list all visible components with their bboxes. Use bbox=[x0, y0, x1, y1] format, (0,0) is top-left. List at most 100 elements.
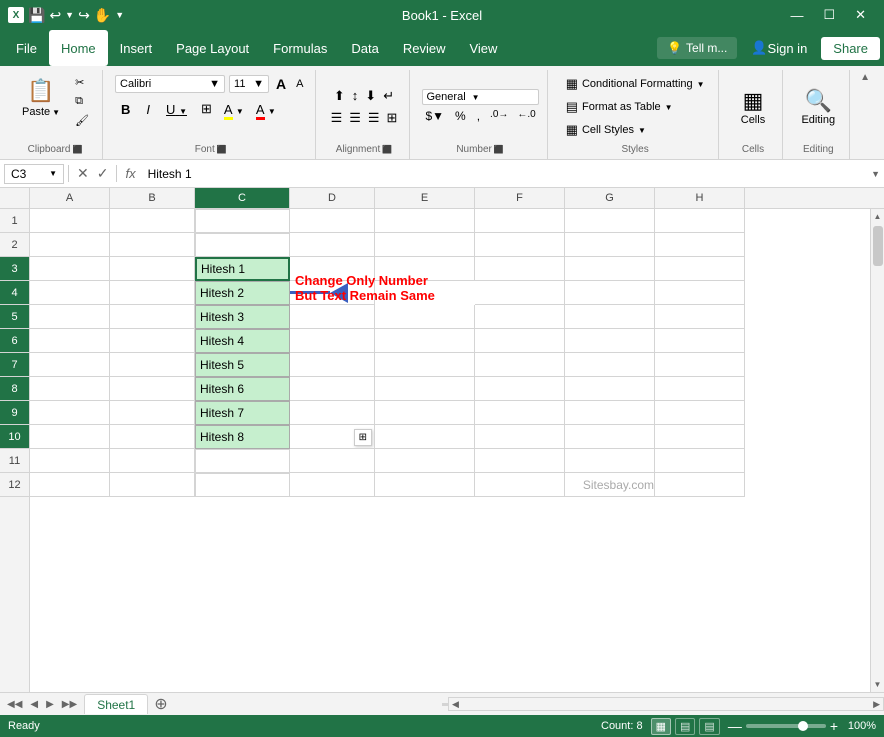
cell-c4[interactable]: Hitesh 2 bbox=[195, 281, 290, 305]
decrease-decimal-btn[interactable]: ←.0 bbox=[514, 107, 538, 125]
add-sheet-btn[interactable]: ⊕ bbox=[148, 694, 173, 714]
zoom-slider[interactable] bbox=[746, 724, 826, 728]
cell-c8[interactable]: Hitesh 6 bbox=[195, 377, 290, 401]
zoom-slider-thumb[interactable] bbox=[798, 721, 808, 731]
cell-a8[interactable] bbox=[30, 377, 110, 401]
cell-f12[interactable] bbox=[475, 473, 565, 497]
cell-e10[interactable] bbox=[375, 425, 475, 449]
cell-d11[interactable] bbox=[290, 449, 375, 473]
copy-btn[interactable]: ⧉ bbox=[70, 93, 94, 110]
italic-btn[interactable]: I bbox=[140, 100, 156, 119]
row-header-4[interactable]: 4 bbox=[0, 281, 29, 305]
cell-a11[interactable] bbox=[30, 449, 110, 473]
underline-btn[interactable]: U ▼ bbox=[160, 100, 193, 119]
col-header-h[interactable]: H bbox=[655, 188, 745, 208]
cell-b11[interactable] bbox=[110, 449, 195, 473]
format-painter-btn[interactable]: 🖌 bbox=[70, 112, 94, 129]
cell-h8[interactable] bbox=[655, 377, 745, 401]
cell-a12[interactable] bbox=[30, 473, 110, 497]
cell-a1[interactable] bbox=[30, 209, 110, 233]
cell-g1[interactable] bbox=[565, 209, 655, 233]
cell-e2[interactable] bbox=[375, 233, 475, 257]
formula-expand-btn[interactable]: ▼ bbox=[871, 169, 880, 179]
cell-f11[interactable] bbox=[475, 449, 565, 473]
cell-g11[interactable] bbox=[565, 449, 655, 473]
cell-d8[interactable] bbox=[290, 377, 375, 401]
align-right-btn[interactable]: ☰ bbox=[366, 108, 382, 128]
cell-g2[interactable] bbox=[565, 233, 655, 257]
close-btn[interactable]: ✕ bbox=[845, 0, 876, 30]
menu-file[interactable]: File bbox=[4, 30, 49, 66]
page-break-view-btn[interactable]: ▤ bbox=[699, 718, 719, 735]
cell-h12[interactable] bbox=[655, 473, 745, 497]
cell-b5[interactable] bbox=[110, 305, 195, 329]
cell-a5[interactable] bbox=[30, 305, 110, 329]
cell-g3[interactable] bbox=[565, 257, 655, 281]
decrease-font-btn[interactable]: A bbox=[293, 76, 306, 92]
col-header-e[interactable]: E bbox=[375, 188, 475, 208]
undo-arrow[interactable]: ▼ bbox=[65, 10, 74, 20]
scroll-right-btn[interactable]: ▶ bbox=[870, 699, 883, 710]
cell-h10[interactable] bbox=[655, 425, 745, 449]
formula-input[interactable] bbox=[144, 165, 867, 183]
cell-d9[interactable] bbox=[290, 401, 375, 425]
cell-e1[interactable] bbox=[375, 209, 475, 233]
cell-g9[interactable] bbox=[565, 401, 655, 425]
cell-b8[interactable] bbox=[110, 377, 195, 401]
cell-f8[interactable] bbox=[475, 377, 565, 401]
col-header-c[interactable]: C bbox=[195, 188, 290, 208]
col-header-a[interactable]: A bbox=[30, 188, 110, 208]
fill-color-arrow[interactable]: ▼ bbox=[236, 107, 244, 116]
confirm-formula-btn[interactable]: ✓ bbox=[93, 165, 113, 182]
cell-b6[interactable] bbox=[110, 329, 195, 353]
cell-f2[interactable] bbox=[475, 233, 565, 257]
cell-d12[interactable] bbox=[290, 473, 375, 497]
cell-c2[interactable] bbox=[195, 233, 290, 257]
cell-c1[interactable] bbox=[195, 209, 290, 233]
cell-e5[interactable] bbox=[375, 305, 475, 329]
cut-btn[interactable]: ✂ bbox=[70, 74, 94, 91]
cell-c11[interactable] bbox=[195, 449, 290, 473]
borders-btn[interactable]: ⊞ bbox=[197, 99, 216, 119]
cell-h9[interactable] bbox=[655, 401, 745, 425]
row-header-2[interactable]: 2 bbox=[0, 233, 29, 257]
bold-btn[interactable]: B bbox=[115, 100, 136, 119]
scroll-track[interactable] bbox=[871, 224, 884, 677]
number-label[interactable]: Number ⬛ bbox=[422, 140, 539, 155]
zoom-level[interactable]: 100% bbox=[842, 720, 876, 732]
row-header-5[interactable]: 5 bbox=[0, 305, 29, 329]
cell-b3[interactable] bbox=[110, 257, 195, 281]
cell-e11[interactable] bbox=[375, 449, 475, 473]
cell-a2[interactable] bbox=[30, 233, 110, 257]
cell-f3[interactable] bbox=[475, 257, 565, 281]
horizontal-scrollbar[interactable]: ◀ ▶ bbox=[448, 697, 884, 711]
paste-arrow[interactable]: ▼ bbox=[52, 108, 60, 117]
cell-d10[interactable]: ⊞ bbox=[290, 425, 375, 449]
cell-b1[interactable] bbox=[110, 209, 195, 233]
cell-f10[interactable] bbox=[475, 425, 565, 449]
zoom-out-btn[interactable]: — bbox=[728, 718, 742, 734]
cell-f4[interactable] bbox=[475, 281, 565, 305]
cell-f9[interactable] bbox=[475, 401, 565, 425]
conditional-formatting-btn[interactable]: ▦ Conditional Formatting ▼ bbox=[560, 74, 711, 94]
scroll-thumb[interactable] bbox=[873, 226, 883, 266]
wrap-text-btn[interactable]: ↵ bbox=[381, 86, 396, 106]
cell-a6[interactable] bbox=[30, 329, 110, 353]
row-header-11[interactable]: 11 bbox=[0, 449, 29, 473]
alignment-label[interactable]: Alignment ⬛ bbox=[328, 140, 401, 155]
cell-reference-box[interactable]: C3 ▼ bbox=[4, 164, 64, 184]
paste-btn[interactable]: 📋 Paste ▼ bbox=[16, 74, 66, 122]
cell-d6[interactable] bbox=[290, 329, 375, 353]
share-btn[interactable]: Share bbox=[821, 37, 880, 60]
row-header-8[interactable]: 8 bbox=[0, 377, 29, 401]
align-left-btn[interactable]: ☰ bbox=[329, 108, 345, 128]
cell-g5[interactable] bbox=[565, 305, 655, 329]
clipboard-label[interactable]: Clipboard ⬛ bbox=[16, 140, 94, 155]
cell-d5[interactable] bbox=[290, 305, 375, 329]
cell-d1[interactable] bbox=[290, 209, 375, 233]
align-middle-btn[interactable]: ↕ bbox=[350, 86, 361, 106]
minimize-btn[interactable]: — bbox=[780, 0, 813, 30]
increase-font-btn[interactable]: A bbox=[273, 74, 289, 94]
cell-h6[interactable] bbox=[655, 329, 745, 353]
cell-d7[interactable] bbox=[290, 353, 375, 377]
